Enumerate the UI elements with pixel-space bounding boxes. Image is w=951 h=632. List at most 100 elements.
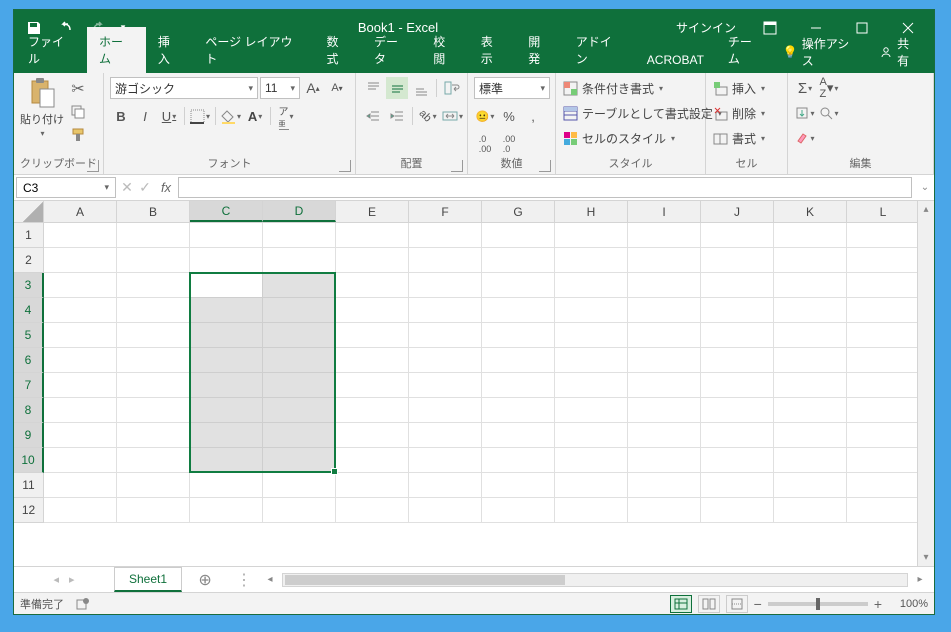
cell[interactable] xyxy=(774,373,847,398)
cell[interactable] xyxy=(555,248,628,273)
cell[interactable] xyxy=(701,323,774,348)
align-middle-icon[interactable] xyxy=(386,77,408,99)
cell[interactable] xyxy=(190,473,263,498)
cell[interactable] xyxy=(44,498,117,523)
page-break-view-icon[interactable] xyxy=(726,595,748,613)
align-top-icon[interactable] xyxy=(362,77,384,99)
tab-developer[interactable]: 開発 xyxy=(516,27,564,73)
cell[interactable] xyxy=(774,248,847,273)
cell[interactable] xyxy=(555,423,628,448)
column-header[interactable]: E xyxy=(336,201,409,222)
cell[interactable] xyxy=(263,348,336,373)
share-button[interactable]: 共有 xyxy=(871,31,928,73)
cell[interactable] xyxy=(482,398,555,423)
percent-icon[interactable]: % xyxy=(498,105,520,127)
cell[interactable] xyxy=(628,373,701,398)
cell[interactable] xyxy=(336,373,409,398)
cell[interactable] xyxy=(701,398,774,423)
cell[interactable] xyxy=(628,348,701,373)
cell[interactable] xyxy=(44,373,117,398)
underline-button[interactable]: U▾ xyxy=(158,105,180,127)
worksheet-grid[interactable]: ABCDEFGHIJKL 123456789101112 ▴ ▾ xyxy=(14,201,934,566)
expand-formula-bar-icon[interactable]: ⌄ xyxy=(916,175,934,200)
cell[interactable] xyxy=(701,473,774,498)
sheet-nav-prev-icon[interactable]: ◂ xyxy=(53,573,59,586)
cell[interactable] xyxy=(628,498,701,523)
cell[interactable] xyxy=(847,398,920,423)
tab-data[interactable]: データ xyxy=(362,27,421,73)
cell[interactable] xyxy=(409,348,482,373)
cell[interactable] xyxy=(336,448,409,473)
cell[interactable] xyxy=(409,473,482,498)
row-header[interactable]: 9 xyxy=(14,423,44,448)
column-header[interactable]: L xyxy=(847,201,920,222)
cell[interactable] xyxy=(701,348,774,373)
cell[interactable] xyxy=(117,323,190,348)
cell[interactable] xyxy=(701,223,774,248)
cell[interactable] xyxy=(336,423,409,448)
cell[interactable] xyxy=(190,323,263,348)
cell[interactable] xyxy=(482,473,555,498)
zoom-out-icon[interactable]: − xyxy=(754,596,762,612)
cell[interactable] xyxy=(847,498,920,523)
row-header[interactable]: 8 xyxy=(14,398,44,423)
cell[interactable] xyxy=(263,223,336,248)
cell[interactable] xyxy=(555,348,628,373)
cell[interactable] xyxy=(336,223,409,248)
cell[interactable] xyxy=(555,373,628,398)
cell[interactable] xyxy=(774,398,847,423)
cell[interactable] xyxy=(555,298,628,323)
cell[interactable] xyxy=(847,373,920,398)
comma-style-icon[interactable]: , xyxy=(522,105,544,127)
cell[interactable] xyxy=(44,248,117,273)
cell[interactable] xyxy=(409,373,482,398)
row-header[interactable]: 6 xyxy=(14,348,44,373)
tab-pagelayout[interactable]: ページ レイアウト xyxy=(193,27,314,73)
formula-input[interactable] xyxy=(178,177,912,198)
row-header[interactable]: 12 xyxy=(14,498,44,523)
cell[interactable] xyxy=(190,398,263,423)
cell[interactable] xyxy=(44,398,117,423)
cell[interactable] xyxy=(555,398,628,423)
fill-color-icon[interactable]: ▾ xyxy=(220,105,242,127)
cell[interactable] xyxy=(482,273,555,298)
increase-font-icon[interactable]: A▴ xyxy=(302,77,324,99)
normal-view-icon[interactable] xyxy=(670,595,692,613)
cell[interactable] xyxy=(409,248,482,273)
cut-icon[interactable]: ✂ xyxy=(68,79,88,99)
cell[interactable] xyxy=(263,273,336,298)
cell[interactable] xyxy=(117,498,190,523)
cell[interactable] xyxy=(774,273,847,298)
column-header[interactable]: B xyxy=(117,201,190,222)
decrease-indent-icon[interactable] xyxy=(362,105,384,127)
new-sheet-icon[interactable]: ⊕ xyxy=(190,570,220,590)
tab-view[interactable]: 表示 xyxy=(469,27,517,73)
scroll-left-icon[interactable]: ◂ xyxy=(262,574,278,585)
cell[interactable] xyxy=(482,373,555,398)
cell[interactable] xyxy=(628,223,701,248)
cell[interactable] xyxy=(701,298,774,323)
column-header[interactable]: C xyxy=(190,201,263,222)
cell[interactable] xyxy=(117,373,190,398)
cell[interactable] xyxy=(701,498,774,523)
cell[interactable] xyxy=(555,498,628,523)
macro-record-icon[interactable] xyxy=(76,597,90,611)
cell[interactable] xyxy=(117,248,190,273)
cell[interactable] xyxy=(774,298,847,323)
tell-me-button[interactable]: 💡 操作アシス xyxy=(775,31,867,73)
cell[interactable] xyxy=(628,273,701,298)
cell[interactable] xyxy=(336,348,409,373)
row-header[interactable]: 5 xyxy=(14,323,44,348)
select-all-corner[interactable] xyxy=(14,201,44,222)
cell[interactable] xyxy=(117,448,190,473)
tab-split-handle[interactable]: ⋮ xyxy=(226,570,262,590)
column-header[interactable]: I xyxy=(628,201,701,222)
row-header[interactable]: 2 xyxy=(14,248,44,273)
cell[interactable] xyxy=(190,423,263,448)
cell[interactable] xyxy=(44,223,117,248)
italic-button[interactable]: I xyxy=(134,105,156,127)
cell[interactable] xyxy=(190,348,263,373)
cell[interactable] xyxy=(482,248,555,273)
cell[interactable] xyxy=(555,323,628,348)
cell[interactable] xyxy=(190,373,263,398)
